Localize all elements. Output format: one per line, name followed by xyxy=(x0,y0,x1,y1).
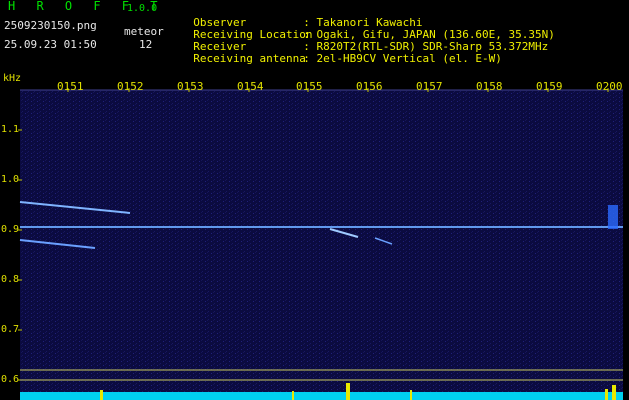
time-label: 0153 xyxy=(177,80,204,93)
freq-label: 0.9 xyxy=(1,224,20,235)
level-trace xyxy=(20,392,623,400)
time-label: 0157 xyxy=(416,80,443,93)
time-label: 0158 xyxy=(476,80,503,93)
meteor-spot xyxy=(608,205,618,229)
antenna-value: : 2el-HB9CV Vertical (el. E-W) xyxy=(303,52,502,65)
freq-label: 0.8 xyxy=(1,274,20,285)
time-label: 0152 xyxy=(117,80,144,93)
freq-label: 0.7 xyxy=(1,324,20,335)
time-label: 0156 xyxy=(356,80,383,93)
freq-label: 0.6 xyxy=(1,374,20,385)
antenna-key: Receiving antenna xyxy=(193,52,306,65)
meteor-count: 12 xyxy=(139,38,153,51)
time-label: 0200 xyxy=(596,80,623,93)
file-name: 2509230150.png xyxy=(4,19,97,32)
antenna-row: Receiving antenna: 2el-HB9CV Vertical (e… xyxy=(180,41,502,65)
time-label: 0154 xyxy=(237,80,264,93)
time-label: 0159 xyxy=(536,80,563,93)
meteor-label: meteor xyxy=(124,25,164,38)
time-label: 0151 xyxy=(57,80,84,93)
time-label: 0155 xyxy=(296,80,323,93)
frequency-unit: kHz xyxy=(3,73,22,84)
date-time: 25.09.23 01:50 xyxy=(4,38,97,51)
app-version: 1.0.0 xyxy=(127,3,158,14)
freq-label: 1.0 xyxy=(1,174,20,185)
freq-label: 1.1 xyxy=(1,124,20,135)
waterfall-area xyxy=(20,90,623,400)
